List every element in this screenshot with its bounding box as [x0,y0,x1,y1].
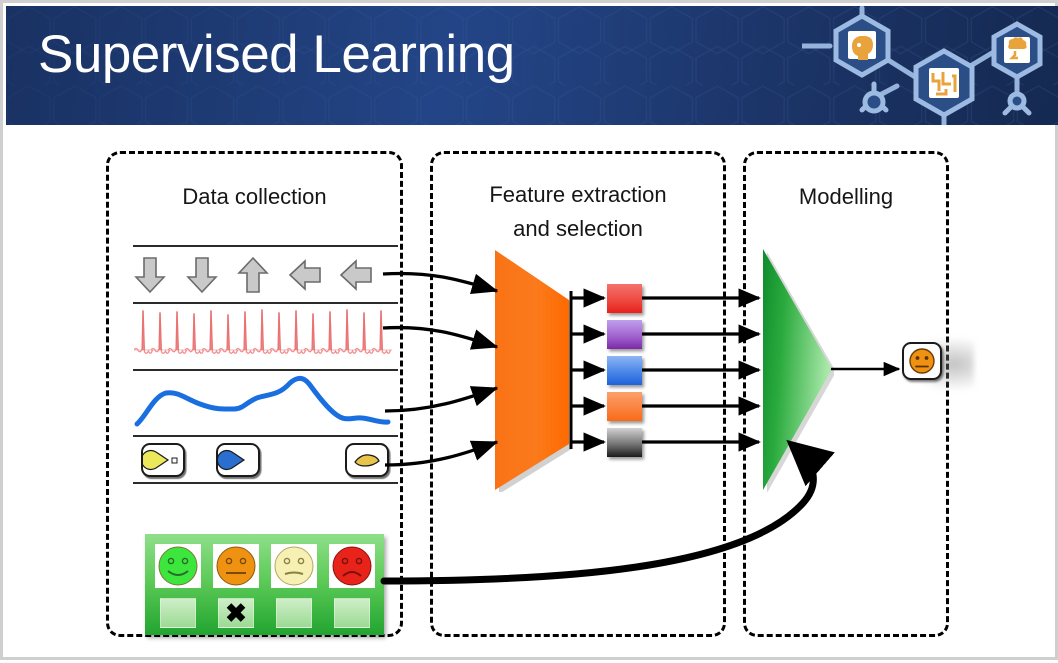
slide-canvas: Supervised Learning Data collection ✖ Fe… [0,0,1058,660]
pacman-blue-icon [216,449,246,471]
hex-node-head [833,13,891,78]
arrow-down-icon-1 [134,257,166,294]
separator-line-5 [133,482,398,484]
icon-box-lens-yellow[interactable] [345,443,389,477]
molecule-network-graphic [802,6,1043,125]
panel-title-feature-extraction: Feature extraction and selection [489,182,667,242]
feature-square-red [607,284,642,313]
feature-square-gray [607,428,642,457]
panel-feature-extraction: Feature extraction and selection [430,151,726,637]
panel-title-data-collection: Data collection [182,184,327,209]
face-sad-red[interactable] [329,544,375,588]
face-neutral-orange[interactable] [213,544,259,588]
ecg-signal-row [134,308,392,354]
feature-square-blue [607,356,642,385]
separator-line-4 [133,435,398,437]
feature-square-orange [607,392,642,421]
ground-truth-labels-panel: ✖ [145,534,384,635]
prediction-face-icon [909,348,935,374]
pacman-yellow-icon [140,449,178,471]
icon-box-pacman-yellow[interactable] [140,443,185,477]
face-happy-green[interactable] [155,544,201,588]
hex-node-brain [991,21,1043,80]
label-checkbox-4[interactable] [334,598,370,628]
activity-arrows-row [133,255,373,295]
separator-line-2 [133,302,398,304]
icon-box-pacman-blue[interactable] [216,443,260,477]
panel-title-modelling: Modelling [798,184,894,209]
arrow-left-icon-1 [288,259,321,291]
separator-line-1 [133,245,398,247]
face-neutral-pale[interactable] [271,544,317,588]
arrow-up-icon [237,256,269,293]
activity-icons-row [134,440,392,480]
label-checkbox-3[interactable] [276,598,312,628]
arrow-left-icon-2 [339,259,372,291]
slide-header-banner: Supervised Learning [6,6,1058,125]
feature-square-purple [607,320,642,349]
label-checkbox-2[interactable]: ✖ [218,598,254,628]
model-triangle [763,249,834,492]
feature-extraction-funnel [495,250,571,492]
page-title: Supervised Learning [38,25,515,84]
hex-node-circuit [913,48,975,118]
lens-yellow-icon [354,454,380,467]
prediction-output-box[interactable] [902,342,942,380]
label-checkbox-1[interactable] [160,598,196,628]
smooth-curve-row [134,375,391,427]
separator-line-3 [133,369,398,371]
arrow-down-icon-2 [185,257,218,294]
